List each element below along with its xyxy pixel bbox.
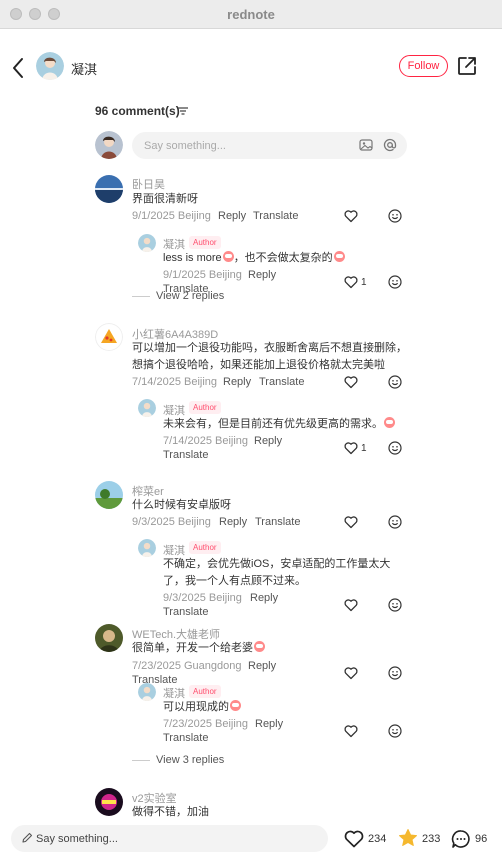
emoji-react-icon[interactable]	[388, 209, 402, 223]
like-count: 1	[361, 443, 367, 454]
reply-author-avatar[interactable]	[138, 539, 156, 557]
commenter-avatar[interactable]	[95, 788, 123, 816]
reply-date-location: 9/1/2025 Beijing	[163, 269, 242, 281]
translate-button[interactable]: Translate	[163, 732, 208, 744]
translate-button[interactable]: Translate	[253, 210, 298, 222]
like-count: 1	[361, 277, 367, 288]
comment-date-location: 7/23/2025 Guangdong	[132, 660, 242, 672]
reply-text: 未来会有，但是目前还有优先级更高的需求。	[163, 416, 395, 433]
emoji-react-icon[interactable]	[388, 275, 402, 289]
comment-date-location: 9/1/2025 Beijing	[132, 210, 211, 222]
post-like-count: 234	[368, 833, 387, 845]
emoji-react-icon[interactable]	[388, 441, 402, 455]
translate-button[interactable]: Translate	[255, 516, 300, 528]
reply-button[interactable]: Reply	[248, 269, 276, 281]
commenter-avatar[interactable]	[95, 323, 123, 351]
author-name[interactable]: 凝淇	[71, 59, 97, 78]
emoji-face-icon	[384, 417, 395, 428]
comment-count: 96 comment(s)	[95, 104, 180, 118]
comment-text-line: 可以增加一个退役功能吗，衣服断舍离后不想直接删除，	[132, 342, 407, 354]
commenter-avatar[interactable]	[95, 481, 123, 509]
like-heart-icon[interactable]	[344, 666, 358, 680]
author-badge: Author	[189, 401, 221, 414]
comment-bubble-icon[interactable]	[451, 829, 471, 849]
emoji-react-icon[interactable]	[388, 598, 402, 612]
comment-text-line: 想搞个退役哈哈，如果还能加上退役价格就太完美啦	[132, 359, 385, 371]
emoji-react-icon[interactable]	[388, 375, 402, 389]
reply-text-line: 了，我一个人有点顾不过来。	[163, 575, 306, 587]
reply-text: less is more ，也不会做太复杂的	[163, 250, 345, 267]
app-window: rednote 凝淇 Follow 96 comment(s) Say some…	[0, 0, 502, 859]
reply-date-location: 9/3/2025 Beijing	[163, 592, 242, 604]
post-collect-count: 233	[422, 833, 441, 845]
reply-author-avatar[interactable]	[138, 399, 156, 417]
pencil-icon	[22, 832, 33, 843]
follow-button[interactable]: Follow	[399, 55, 448, 77]
comment-date-location: 9/3/2025 Beijing	[132, 516, 211, 528]
reply-button[interactable]: Reply	[219, 516, 247, 528]
commenter-avatar[interactable]	[95, 624, 123, 652]
view-replies-button[interactable]: View 3 replies	[156, 754, 224, 766]
emoji-react-icon[interactable]	[388, 666, 402, 680]
emoji-face-icon	[222, 251, 234, 262]
author-badge: Author	[189, 236, 221, 249]
translate-button[interactable]: Translate	[163, 449, 208, 461]
translate-button[interactable]: Translate	[259, 376, 304, 388]
reply-button[interactable]: Reply	[250, 592, 278, 604]
back-arrow-icon[interactable]	[8, 54, 30, 82]
like-heart-icon[interactable]	[344, 375, 358, 389]
reply-author-avatar[interactable]	[138, 234, 156, 252]
emoji-react-icon[interactable]	[388, 515, 402, 529]
comment-input[interactable]: Say something...	[132, 132, 407, 159]
divider	[132, 760, 150, 761]
reply-author-avatar[interactable]	[138, 683, 156, 701]
title-bar: rednote	[0, 0, 502, 29]
reply-button[interactable]: Reply	[223, 376, 251, 388]
like-heart-icon[interactable]	[344, 515, 358, 529]
sort-icon[interactable]	[178, 107, 188, 115]
post-comment-count: 96	[475, 833, 488, 845]
reply-button[interactable]: Reply	[254, 435, 282, 447]
window-title: rednote	[227, 7, 275, 22]
commenter-avatar[interactable]	[95, 175, 123, 203]
emoji-react-icon[interactable]	[388, 724, 402, 738]
comment-text: 界面很清新呀	[132, 193, 198, 205]
like-post-heart-icon[interactable]	[344, 830, 364, 848]
author-avatar[interactable]	[36, 52, 64, 80]
collect-star-icon[interactable]	[398, 828, 418, 848]
reply-text-line: 不确定，会优先做iOS，安卓适配的工作量太大	[163, 558, 391, 570]
comment-input-placeholder: Say something...	[144, 140, 226, 152]
share-icon[interactable]	[456, 55, 478, 77]
like-heart-icon[interactable]	[344, 209, 358, 223]
like-heart-icon[interactable]	[344, 275, 358, 289]
image-icon[interactable]	[359, 138, 373, 152]
reply-date-location: 7/23/2025 Beijing	[163, 718, 249, 730]
emoji-face-icon	[254, 641, 265, 652]
reply-date-location: 7/14/2025 Beijing	[163, 435, 249, 447]
like-heart-icon[interactable]	[344, 441, 358, 455]
comment-text: 什么时候有安卓版呀	[132, 499, 231, 511]
reply-button[interactable]: Reply	[218, 210, 246, 222]
emoji-face-icon	[230, 700, 241, 711]
view-replies-button[interactable]: View 2 replies	[156, 290, 224, 302]
divider	[132, 296, 150, 297]
current-user-avatar	[95, 131, 123, 159]
translate-button[interactable]: Translate	[163, 606, 208, 618]
author-badge: Author	[189, 541, 221, 554]
bottom-input-placeholder: Say something...	[36, 833, 118, 845]
commenter-name[interactable]: 卧日昊	[132, 176, 165, 192]
bottom-comment-input[interactable]: Say something...	[11, 825, 328, 852]
like-heart-icon[interactable]	[344, 724, 358, 738]
comment-date-location: 7/14/2025 Beijing	[132, 376, 218, 388]
like-heart-icon[interactable]	[344, 598, 358, 612]
author-badge: Author	[189, 685, 221, 698]
comment-text: 很简单，开发一个给老婆	[132, 640, 265, 657]
reply-button[interactable]: Reply	[255, 718, 283, 730]
bottom-bar: Say something... 234 233 96	[0, 818, 502, 859]
emoji-face-icon	[333, 251, 345, 262]
reply-text: 可以用现成的	[163, 699, 241, 716]
mention-icon[interactable]	[383, 138, 397, 152]
reply-button[interactable]: Reply	[248, 660, 276, 672]
